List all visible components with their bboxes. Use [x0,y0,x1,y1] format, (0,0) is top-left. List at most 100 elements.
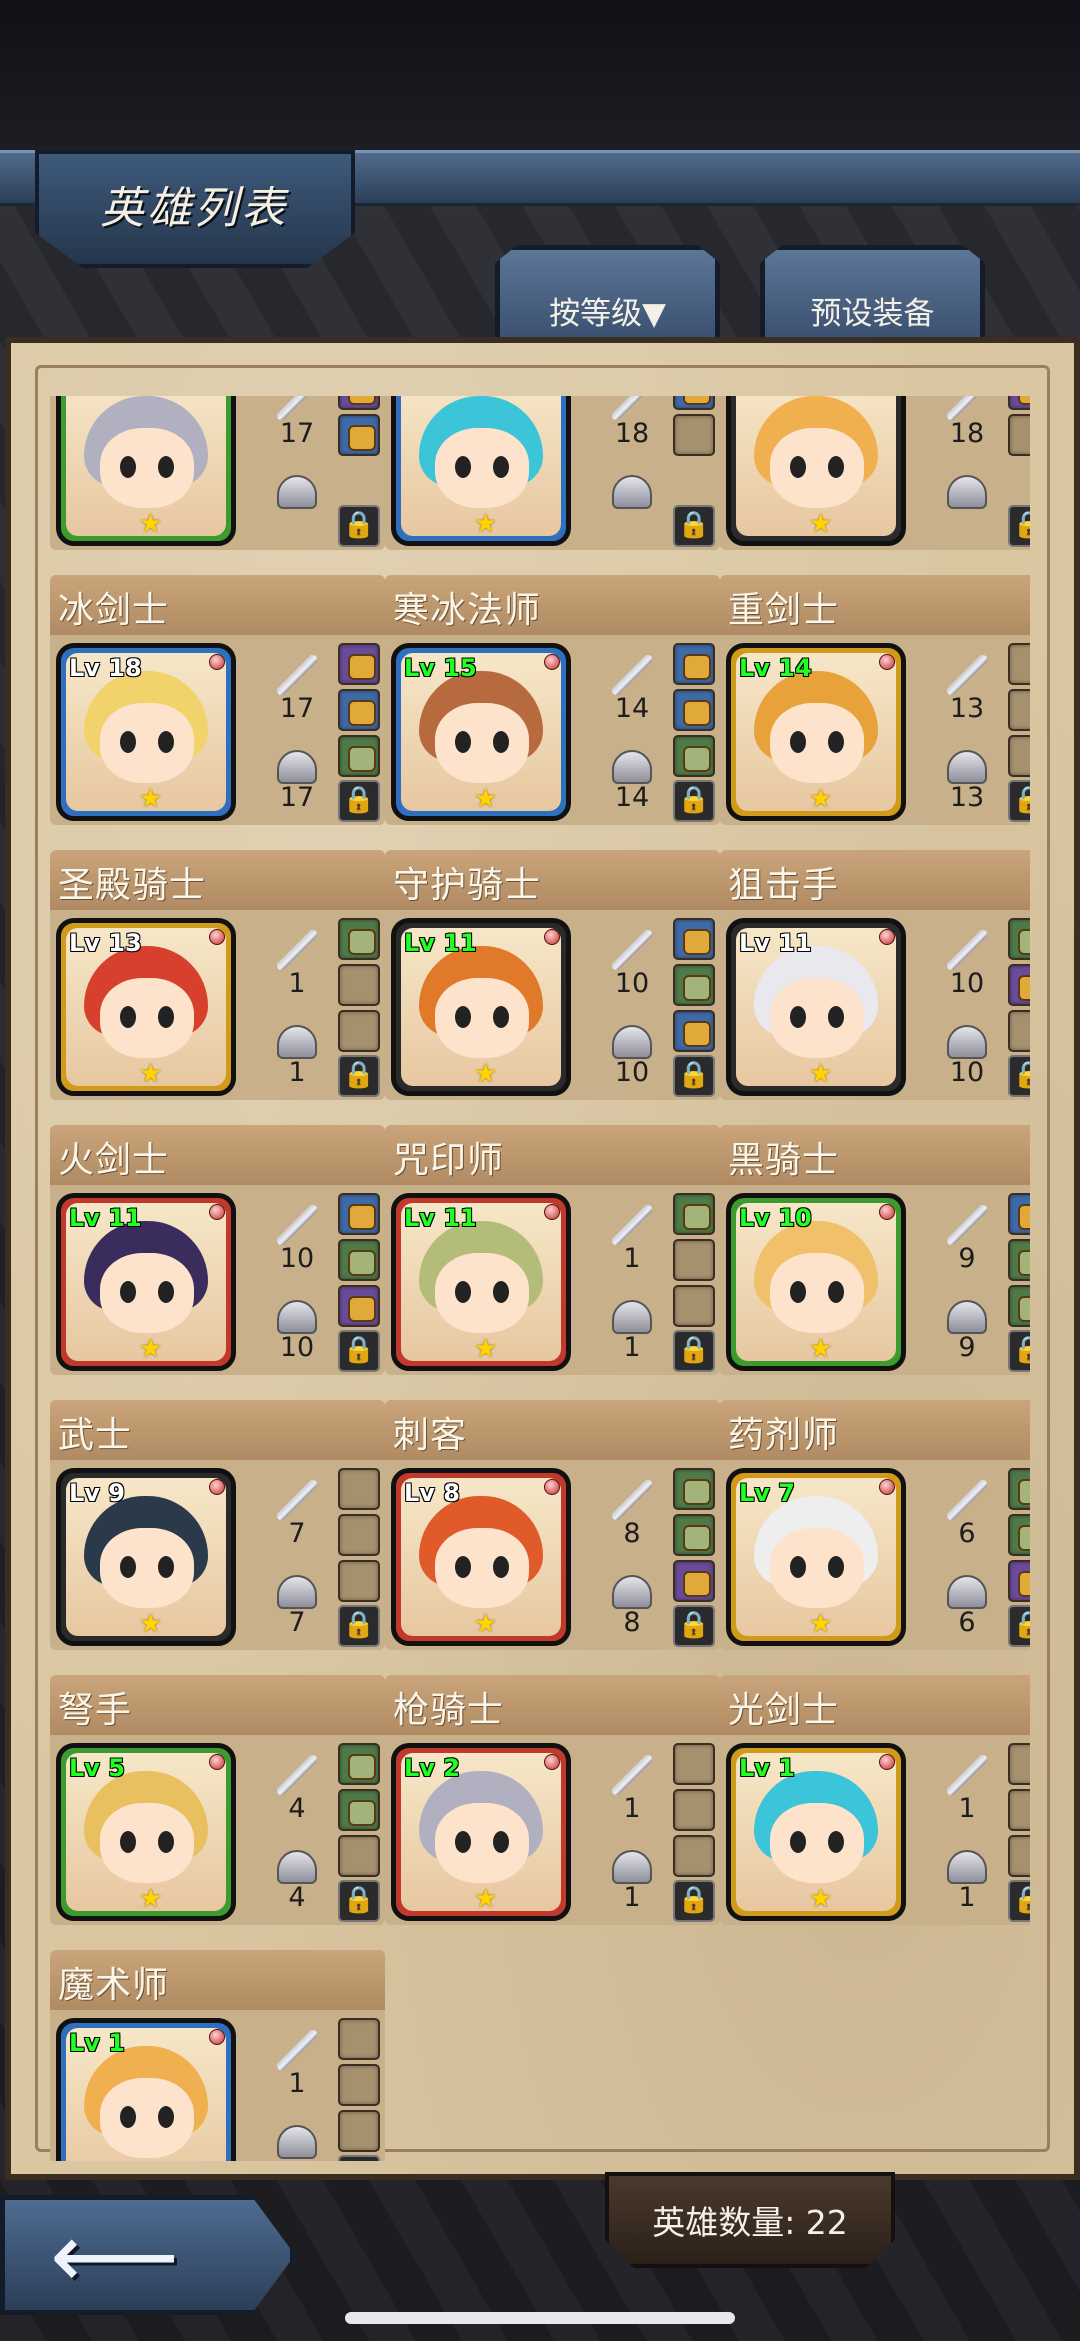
hero-portrait[interactable]: Lv 1 ★ [726,1743,906,1921]
hero-portrait[interactable]: Lv 1 ★ [56,2018,236,2161]
empty-equipment-slot[interactable] [1008,735,1030,777]
equipment-slot-icon[interactable] [1008,1285,1030,1327]
equipment-slot-icon[interactable] [673,1514,715,1556]
equipment-slot-icon[interactable] [338,396,380,410]
hero-portrait[interactable]: ★ [56,396,236,546]
empty-equipment-slot[interactable] [338,2064,380,2106]
equipment-slot-icon[interactable] [1008,918,1030,960]
hero-portrait[interactable]: Lv 13 ★ [56,918,236,1096]
empty-equipment-slot[interactable] [338,2110,380,2152]
equipment-slot-icon[interactable] [338,1285,380,1327]
hero-card[interactable]: ★ 17 🔒 [50,396,385,550]
hero-portrait[interactable]: Lv 14 ★ [726,643,906,821]
empty-equipment-slot[interactable] [1008,1789,1030,1831]
hero-portrait[interactable]: Lv 11 ★ [56,1193,236,1371]
hero-portrait[interactable]: Lv 5 ★ [56,1743,236,1921]
equipment-slot-icon[interactable] [673,1010,715,1052]
lock-icon[interactable]: 🔒 [338,1605,380,1647]
empty-equipment-slot[interactable] [338,1560,380,1602]
equipment-slot-icon[interactable] [673,396,715,410]
equipment-slot-icon[interactable] [1008,964,1030,1006]
lock-icon[interactable]: 🔒 [673,780,715,822]
equipment-slot-icon[interactable] [1008,1514,1030,1556]
empty-equipment-slot[interactable] [338,1835,380,1877]
equipment-slot-icon[interactable] [673,1468,715,1510]
empty-equipment-slot[interactable] [1008,414,1030,456]
hero-portrait[interactable]: Lv 11 ★ [391,918,571,1096]
hero-portrait[interactable]: Lv 15 ★ [391,643,571,821]
hero-card[interactable]: 冰剑士 Lv 18 ★ 17 17 🔒 [50,575,385,825]
lock-icon[interactable]: 🔒 [1008,505,1030,547]
lock-icon[interactable]: 🔒 [673,1055,715,1097]
lock-icon[interactable]: 🔒 [673,1605,715,1647]
hero-portrait[interactable]: Lv 9 ★ [56,1468,236,1646]
lock-icon[interactable]: 🔒 [338,505,380,547]
lock-icon[interactable]: 🔒 [338,1880,380,1922]
hero-card[interactable]: ★ 18 🔒 [720,396,1030,550]
empty-equipment-slot[interactable] [338,1514,380,1556]
lock-icon[interactable]: 🔒 [1008,1055,1030,1097]
hero-card[interactable]: 寒冰法师 Lv 15 ★ 14 14 🔒 [385,575,720,825]
equipment-slot-icon[interactable] [673,918,715,960]
empty-equipment-slot[interactable] [338,2018,380,2060]
hero-card[interactable]: 弩手 Lv 5 ★ 4 4 🔒 [50,1675,385,1925]
lock-icon[interactable]: 🔒 [1008,1880,1030,1922]
empty-equipment-slot[interactable] [673,1239,715,1281]
empty-equipment-slot[interactable] [1008,689,1030,731]
equipment-slot-icon[interactable] [673,964,715,1006]
empty-equipment-slot[interactable] [338,1468,380,1510]
hero-card[interactable]: 火剑士 Lv 11 ★ 10 10 🔒 [50,1125,385,1375]
empty-equipment-slot[interactable] [338,964,380,1006]
lock-icon[interactable]: 🔒 [338,2155,380,2161]
empty-equipment-slot[interactable] [673,1835,715,1877]
hero-portrait[interactable]: ★ [726,396,906,546]
lock-icon[interactable]: 🔒 [673,1330,715,1372]
hero-portrait[interactable]: Lv 10 ★ [726,1193,906,1371]
empty-equipment-slot[interactable] [673,1285,715,1327]
equipment-slot-icon[interactable] [338,1743,380,1785]
hero-card[interactable]: 武士 Lv 9 ★ 7 7 🔒 [50,1400,385,1650]
equipment-slot-icon[interactable] [1008,1560,1030,1602]
hero-card[interactable]: ★ 18 🔒 [385,396,720,550]
hero-grid[interactable]: ★ 17 🔒 ★ 18 🔒 ★ 18 🔒 冰剑士 Lv 18 ★ 17 17 🔒 寒冰法师 Lv 15 ★ 14 14… [30,396,1030,2161]
equipment-slot-icon[interactable] [338,735,380,777]
hero-card[interactable]: 药剂师 Lv 7 ★ 6 6 🔒 [720,1400,1030,1650]
hero-portrait[interactable]: Lv 11 ★ [391,1193,571,1371]
equipment-slot-icon[interactable] [673,1560,715,1602]
equipment-slot-icon[interactable] [338,1239,380,1281]
equipment-slot-icon[interactable] [673,643,715,685]
hero-card[interactable]: 黑骑士 Lv 10 ★ 9 9 🔒 [720,1125,1030,1375]
hero-card[interactable]: 咒印师 Lv 11 ★ 1 1 🔒 [385,1125,720,1375]
equipment-slot-icon[interactable] [673,735,715,777]
empty-equipment-slot[interactable] [673,1789,715,1831]
hero-card[interactable]: 圣殿骑士 Lv 13 ★ 1 1 🔒 [50,850,385,1100]
equipment-slot-icon[interactable] [338,643,380,685]
lock-icon[interactable]: 🔒 [1008,780,1030,822]
empty-equipment-slot[interactable] [338,1010,380,1052]
hero-card[interactable]: 枪骑士 Lv 2 ★ 1 1 🔒 [385,1675,720,1925]
empty-equipment-slot[interactable] [1008,1010,1030,1052]
equipment-slot-icon[interactable] [338,1789,380,1831]
hero-card[interactable]: 魔术师 Lv 1 ★ 1 1 🔒 [50,1950,385,2161]
hero-portrait[interactable]: Lv 8 ★ [391,1468,571,1646]
equipment-slot-icon[interactable] [338,918,380,960]
equipment-slot-icon[interactable] [1008,1468,1030,1510]
hero-card[interactable]: 守护骑士 Lv 11 ★ 10 10 🔒 [385,850,720,1100]
hero-card[interactable]: 刺客 Lv 8 ★ 8 8 🔒 [385,1400,720,1650]
empty-equipment-slot[interactable] [673,414,715,456]
preset-equipment-tab[interactable]: 预设装备 [760,245,985,345]
equipment-slot-icon[interactable] [1008,1239,1030,1281]
hero-card[interactable]: 重剑士 Lv 14 ★ 13 13 🔒 [720,575,1030,825]
lock-icon[interactable]: 🔒 [1008,1605,1030,1647]
equipment-slot-icon[interactable] [673,1193,715,1235]
lock-icon[interactable]: 🔒 [673,505,715,547]
empty-equipment-slot[interactable] [1008,1743,1030,1785]
hero-card[interactable]: 狙击手 Lv 11 ★ 10 10 🔒 [720,850,1030,1100]
lock-icon[interactable]: 🔒 [338,780,380,822]
hero-portrait[interactable]: Lv 18 ★ [56,643,236,821]
hero-portrait[interactable]: Lv 2 ★ [391,1743,571,1921]
hero-portrait[interactable]: Lv 11 ★ [726,918,906,1096]
hero-portrait[interactable]: Lv 7 ★ [726,1468,906,1646]
lock-icon[interactable]: 🔒 [1008,1330,1030,1372]
equipment-slot-icon[interactable] [338,1193,380,1235]
